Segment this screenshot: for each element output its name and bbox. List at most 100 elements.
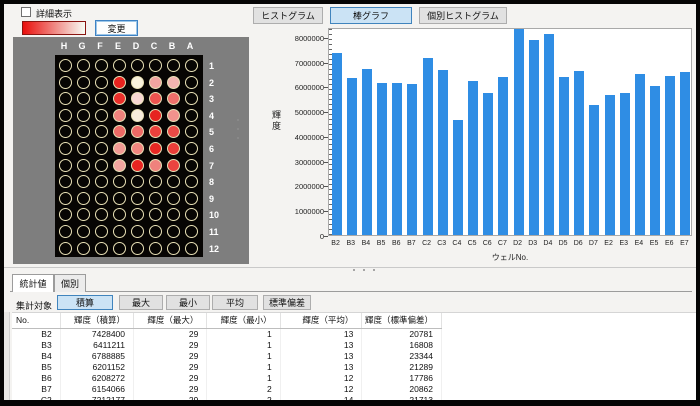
well-E7[interactable]: [113, 159, 126, 172]
well-C6[interactable]: [149, 142, 162, 155]
well-B2[interactable]: [167, 76, 180, 89]
well-F4[interactable]: [95, 109, 108, 122]
target-button-2[interactable]: 最大: [119, 295, 163, 310]
table-row[interactable]: B467888852911323344: [12, 350, 442, 361]
well-B11[interactable]: [167, 225, 180, 238]
well-G7[interactable]: [77, 159, 90, 172]
view-button-1[interactable]: ヒストグラム: [253, 7, 323, 24]
well-D9[interactable]: [131, 192, 144, 205]
well-C2[interactable]: [149, 76, 162, 89]
well-B6[interactable]: [167, 142, 180, 155]
well-E2[interactable]: [113, 76, 126, 89]
plate-column-letter: A: [181, 41, 199, 51]
table-row[interactable]: B662082722911217786: [12, 372, 442, 383]
y-tick-mark: [324, 38, 328, 39]
panel-splitter-vertical[interactable]: [237, 112, 240, 146]
well-F11[interactable]: [95, 225, 108, 238]
well-G4[interactable]: [77, 109, 90, 122]
well-E1[interactable]: [113, 59, 126, 72]
well-A4[interactable]: [185, 109, 198, 122]
bar-D4: [544, 34, 554, 235]
well-F12[interactable]: [95, 242, 108, 255]
well-H1[interactable]: [59, 59, 72, 72]
well-F7[interactable]: [95, 159, 108, 172]
x-tick-label: B3: [343, 240, 358, 247]
well-H7[interactable]: [59, 159, 72, 172]
well-G11[interactable]: [77, 225, 90, 238]
x-tick-label: E3: [616, 240, 631, 247]
well-B12[interactable]: [167, 242, 180, 255]
table-row[interactable]: C272121772921421713: [12, 394, 442, 402]
panel-splitter-horizontal[interactable]: [349, 269, 379, 271]
well-D6[interactable]: [131, 142, 144, 155]
well-H4[interactable]: [59, 109, 72, 122]
well-H11[interactable]: [59, 225, 72, 238]
well-D1[interactable]: [131, 59, 144, 72]
well-D7[interactable]: [131, 159, 144, 172]
table-scrollbar[interactable]: [4, 312, 10, 402]
well-G12[interactable]: [77, 242, 90, 255]
well-H9[interactable]: [59, 192, 72, 205]
well-E4[interactable]: [113, 109, 126, 122]
well-G1[interactable]: [77, 59, 90, 72]
well-F1[interactable]: [95, 59, 108, 72]
well-H2[interactable]: [59, 76, 72, 89]
tab-2[interactable]: 個別: [54, 274, 86, 292]
well-A9[interactable]: [185, 192, 198, 205]
well-D12[interactable]: [131, 242, 144, 255]
well-F2[interactable]: [95, 76, 108, 89]
tab-1[interactable]: 統計値: [12, 274, 54, 292]
well-G2[interactable]: [77, 76, 90, 89]
well-E9[interactable]: [113, 192, 126, 205]
well-E6[interactable]: [113, 142, 126, 155]
view-button-2[interactable]: 棒グラフ: [330, 7, 412, 24]
table-row[interactable]: B364112112911316808: [12, 339, 442, 350]
bar-C2: [423, 58, 433, 235]
plate-row-number: 9: [209, 194, 214, 204]
well-A7[interactable]: [185, 159, 198, 172]
well-H12[interactable]: [59, 242, 72, 255]
target-button-5[interactable]: 標準偏差: [263, 295, 311, 310]
x-tick-label: B6: [389, 240, 404, 247]
target-button-4[interactable]: 平均: [212, 295, 258, 310]
well-H6[interactable]: [59, 142, 72, 155]
well-G9[interactable]: [77, 192, 90, 205]
well-F6[interactable]: [95, 142, 108, 155]
well-A1[interactable]: [185, 59, 198, 72]
detail-display-checkbox[interactable]: [21, 7, 31, 17]
well-E11[interactable]: [113, 225, 126, 238]
table-cell: 6154066: [60, 383, 133, 394]
well-C12[interactable]: [149, 242, 162, 255]
x-tick-label: E6: [662, 240, 677, 247]
y-tick-label: 7000000: [284, 59, 324, 68]
well-E12[interactable]: [113, 242, 126, 255]
well-B1[interactable]: [167, 59, 180, 72]
well-C11[interactable]: [149, 225, 162, 238]
table-row[interactable]: B274284002911320781: [12, 328, 442, 339]
well-B7[interactable]: [167, 159, 180, 172]
table-row[interactable]: B761540662921220862: [12, 383, 442, 394]
target-button-1[interactable]: 積算: [57, 295, 113, 310]
well-A11[interactable]: [185, 225, 198, 238]
table-row[interactable]: B562011522911321289: [12, 361, 442, 372]
well-D11[interactable]: [131, 225, 144, 238]
target-button-3[interactable]: 最小: [166, 295, 210, 310]
well-G6[interactable]: [77, 142, 90, 155]
well-C9[interactable]: [149, 192, 162, 205]
well-A6[interactable]: [185, 142, 198, 155]
well-D2[interactable]: [131, 76, 144, 89]
well-C7[interactable]: [149, 159, 162, 172]
view-button-3[interactable]: 個別ヒストグラム: [419, 7, 507, 24]
table-cell: 1: [207, 350, 280, 361]
well-A12[interactable]: [185, 242, 198, 255]
table-cell: 21713: [362, 394, 442, 402]
well-B4[interactable]: [167, 109, 180, 122]
well-C4[interactable]: [149, 109, 162, 122]
well-D4[interactable]: [131, 109, 144, 122]
change-button[interactable]: 変更: [95, 20, 138, 36]
plate-column-letter: F: [91, 41, 109, 51]
well-C1[interactable]: [149, 59, 162, 72]
well-F9[interactable]: [95, 192, 108, 205]
well-A2[interactable]: [185, 76, 198, 89]
well-B9[interactable]: [167, 192, 180, 205]
